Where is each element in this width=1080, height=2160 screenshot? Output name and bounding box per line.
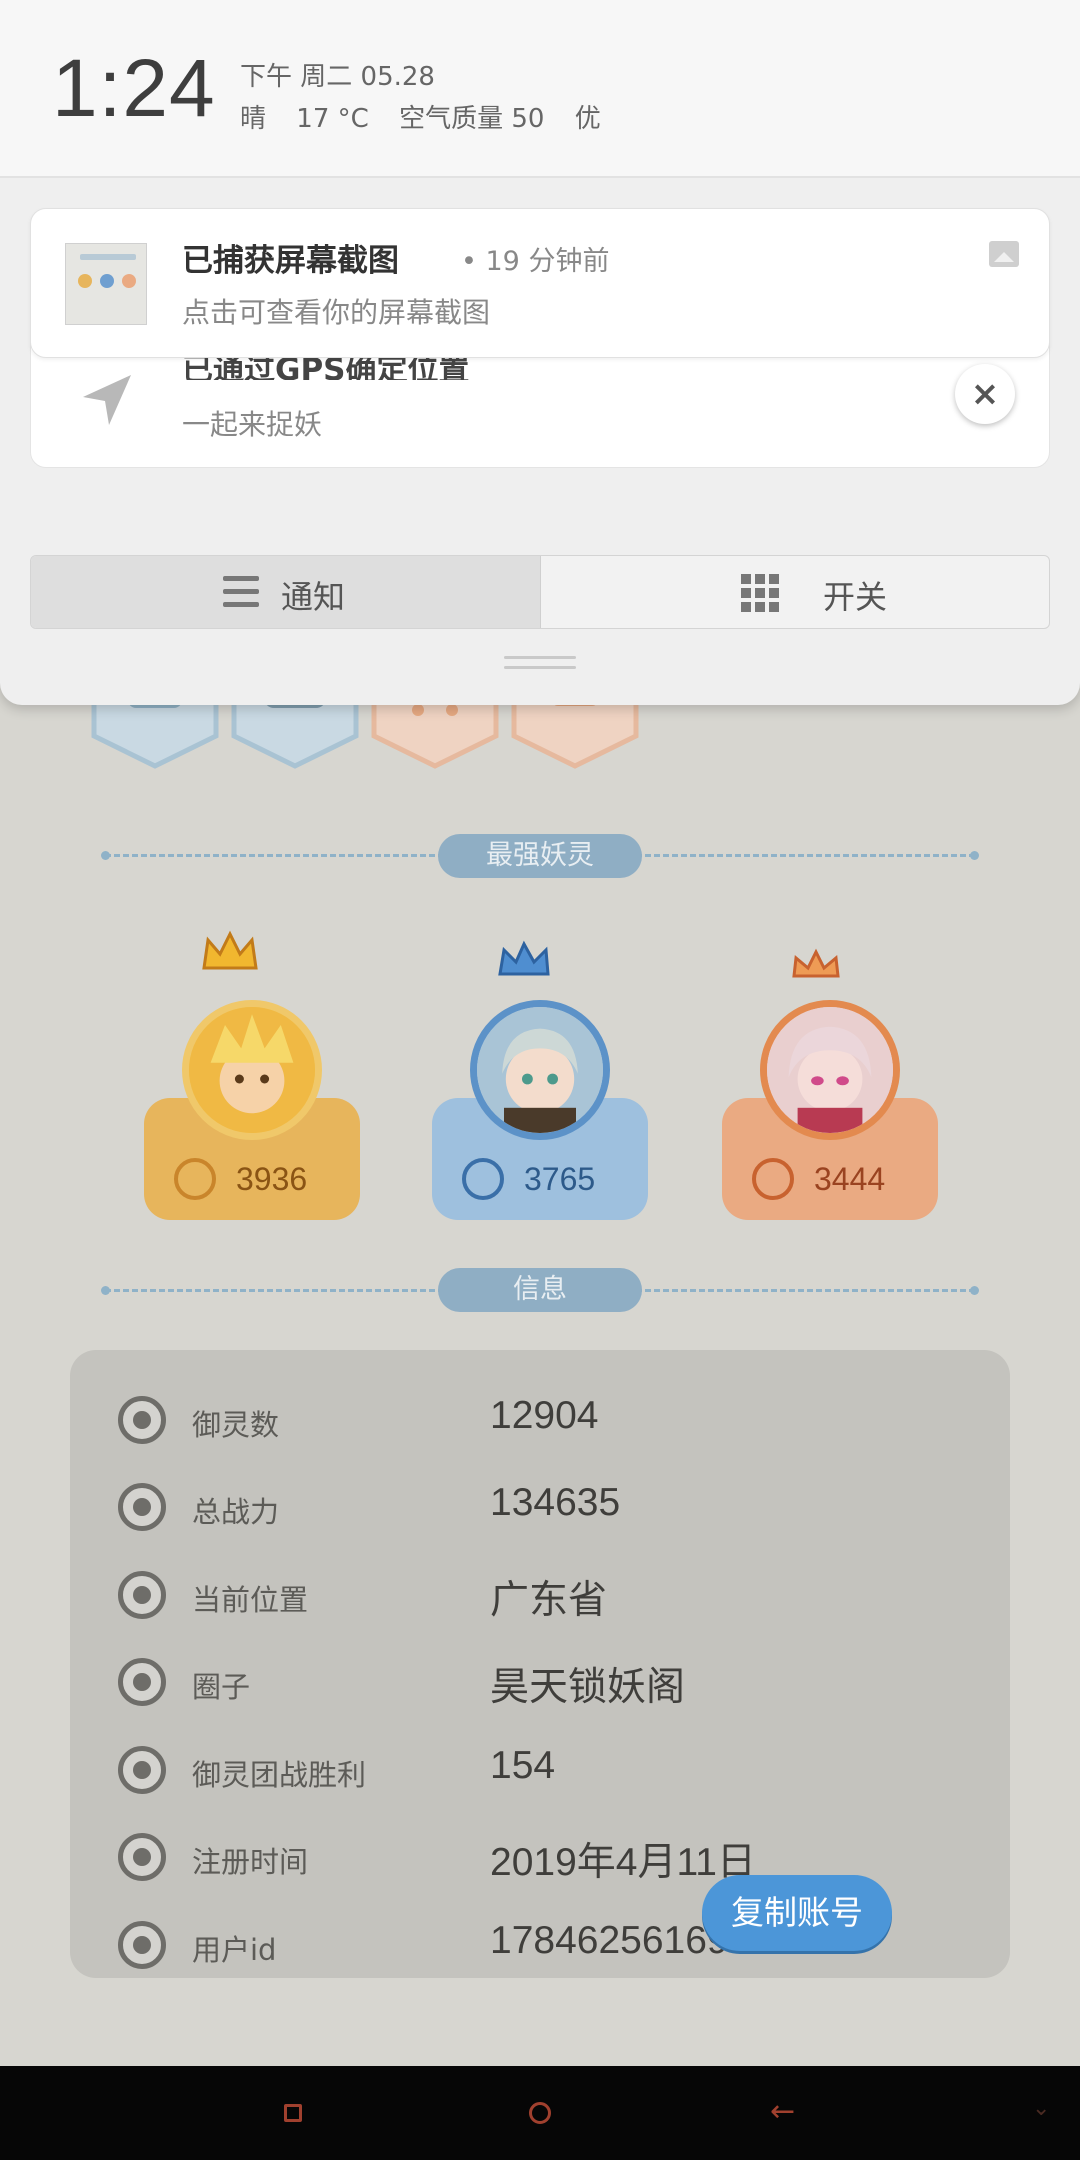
- info-row-spirits: 御灵数 12904: [118, 1390, 978, 1450]
- spirit-avatar: [760, 1000, 900, 1140]
- top-spirit-power: 3936: [236, 1161, 308, 1197]
- id-card-icon: [118, 1921, 166, 1969]
- power-icon: [462, 1158, 504, 1200]
- location-pin-icon: [118, 1571, 166, 1619]
- info-value: 12904: [490, 1394, 599, 1437]
- target-icon: [118, 1658, 166, 1706]
- info-value: 154: [490, 1744, 556, 1787]
- bronze-crown-icon: [792, 948, 840, 978]
- info-value: 134635: [490, 1481, 621, 1524]
- top-spirit-3[interactable]: 3444: [722, 930, 938, 1220]
- gold-crown-icon: [202, 930, 258, 970]
- top-spirit-2[interactable]: 3765: [432, 930, 648, 1220]
- date-text: 下午 周二 05.28: [240, 62, 435, 92]
- shade-tabs: 通知 开关: [30, 555, 1050, 629]
- info-label: 御灵数: [192, 1408, 280, 1442]
- clear-notifications-button[interactable]: ×: [955, 364, 1015, 424]
- navigation-arrow-icon: [83, 375, 131, 425]
- hide-navbar-button[interactable]: ⌄: [1032, 2096, 1050, 2121]
- weather-temperature: 17 °C: [296, 104, 369, 134]
- gps-notification-body: 一起来捉妖: [182, 408, 323, 441]
- info-label: 用户id: [192, 1933, 277, 1967]
- info-label: 当前位置: [192, 1583, 309, 1617]
- weather-text: 晴 17 °C 空气质量 50 优: [240, 98, 623, 135]
- grid-icon: [741, 574, 779, 612]
- info-label: 总战力: [192, 1495, 280, 1529]
- air-quality-level: 优: [574, 104, 601, 134]
- trophy-icon: [118, 1746, 166, 1794]
- info-label: 御灵团战胜利: [192, 1758, 367, 1792]
- back-button[interactable]: ←: [770, 2094, 795, 2129]
- power-icon: [752, 1158, 794, 1200]
- weather-condition: 晴: [240, 104, 267, 134]
- screenshot-notification-title: 已捕获屏幕截图: [182, 243, 399, 279]
- tab-notifications[interactable]: 通知: [31, 556, 541, 628]
- clock[interactable]: 1:24: [52, 42, 216, 136]
- power-icon: [174, 1158, 216, 1200]
- spirit-count-icon: [118, 1396, 166, 1444]
- info-row-location: 当前位置 广东省: [118, 1565, 978, 1625]
- spirit-avatar: [470, 1000, 610, 1140]
- notification-shade: 1:24 下午 周二 05.28 晴 17 °C 空气质量 50 优 已通过GP…: [0, 0, 1080, 705]
- tab-toggles[interactable]: 开关: [541, 556, 1049, 628]
- info-label: 圈子: [192, 1670, 251, 1704]
- recent-apps-button[interactable]: [284, 2104, 302, 2122]
- menu-icon: [223, 576, 259, 608]
- top-spirit-1[interactable]: 3936: [144, 930, 360, 1220]
- air-quality: 空气质量 50: [399, 104, 545, 134]
- top-spirit-power: 3765: [524, 1161, 596, 1197]
- screenshot-notification-body: 点击可查看你的屏幕截图: [182, 296, 491, 329]
- info-row-power: 总战力 134635: [118, 1477, 978, 1537]
- screenshot-notification[interactable]: 已捕获屏幕截图 • 19 分钟前 点击可查看你的屏幕截图: [30, 208, 1050, 358]
- blue-crown-icon: [498, 940, 550, 976]
- info-value: 广东省: [490, 1579, 608, 1622]
- info-value: 17846256169: [490, 1919, 729, 1962]
- spirit-avatar: [182, 1000, 322, 1140]
- navigation-bar: ← ⌄: [0, 2066, 1080, 2160]
- status-header: 1:24 下午 周二 05.28 晴 17 °C 空气质量 50 优: [0, 0, 1080, 178]
- top-spirit-power: 3444: [814, 1161, 886, 1197]
- copy-account-button[interactable]: 复制账号: [702, 1875, 892, 1951]
- section-title-strongest: 最强妖灵: [438, 834, 642, 878]
- info-row-wins: 御灵团战胜利 154: [118, 1740, 978, 1800]
- shade-drag-handle[interactable]: [504, 656, 576, 674]
- image-icon: [989, 241, 1019, 267]
- home-button[interactable]: [529, 2102, 551, 2124]
- info-label: 注册时间: [192, 1845, 309, 1879]
- tab-label: 通知: [281, 578, 346, 616]
- section-title-info: 信息: [438, 1268, 642, 1312]
- clock-icon: [118, 1833, 166, 1881]
- sword-icon: [118, 1483, 166, 1531]
- tab-label: 开关: [823, 578, 888, 616]
- screenshot-thumbnail: [65, 243, 147, 325]
- info-value: 昊天锁妖阁: [490, 1666, 686, 1709]
- info-row-circle: 圈子 昊天锁妖阁: [118, 1652, 978, 1712]
- screenshot-notification-time: • 19 分钟前: [461, 246, 610, 277]
- info-value: 2019年4月11日: [490, 1841, 756, 1884]
